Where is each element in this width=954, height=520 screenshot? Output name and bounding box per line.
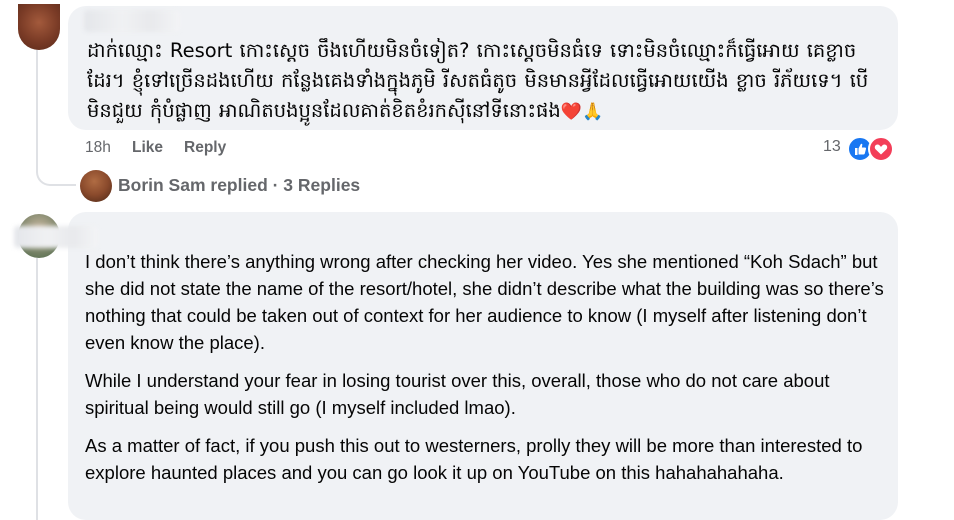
like-button[interactable]: Like — [132, 139, 163, 157]
comment-paragraph: While I understand your fear in losing t… — [85, 370, 830, 418]
heart-pray-emoji: ❤️🙏 — [560, 102, 604, 122]
love-reaction-icon — [868, 136, 894, 162]
author-name-blurred[interactable] — [14, 226, 98, 248]
thread-line-vertical — [36, 44, 38, 172]
comment-paragraph: I don’t think there’s anything wrong aft… — [85, 251, 884, 353]
replies-summary[interactable]: Borin Sam replied · 3 Replies — [118, 175, 360, 196]
replier-avatar — [80, 170, 112, 202]
thread-line-curve — [36, 170, 76, 186]
reaction-count: 13 — [823, 138, 841, 155]
comment-text: ដាក់ឈ្មោះ Resort កោះស្តេច ចឹងហើយមិនចំទៀត… — [87, 36, 887, 127]
comment-text: I don’t think there’s anything wrong aft… — [85, 248, 885, 497]
avatar[interactable] — [18, 4, 60, 50]
reply-button[interactable]: Reply — [184, 139, 226, 157]
thread-line-lower — [36, 258, 38, 520]
comment-paragraph: As a matter of fact, if you push this ou… — [85, 435, 863, 483]
author-name-blurred[interactable] — [84, 10, 180, 32]
comment-text-khmer: ដាក់ឈ្មោះ Resort កោះស្តេច ចឹងហើយមិនចំទៀត… — [87, 39, 869, 122]
timestamp[interactable]: 18h — [85, 139, 111, 157]
